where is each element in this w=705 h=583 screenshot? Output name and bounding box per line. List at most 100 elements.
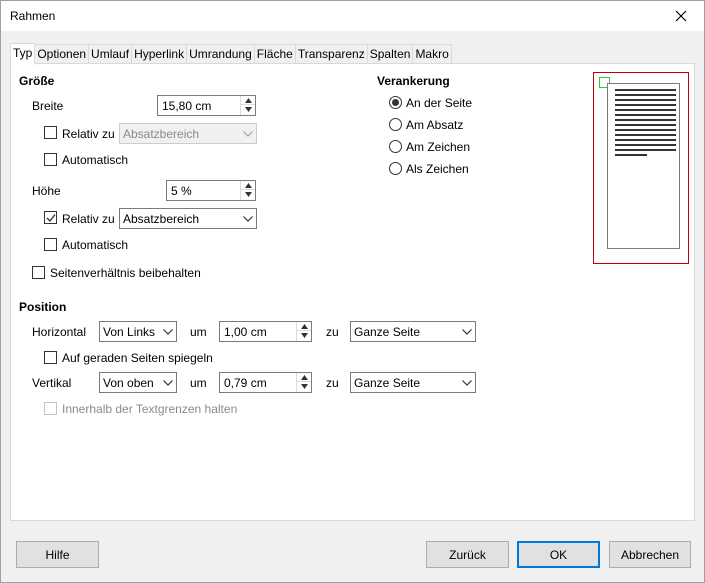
vertical-to-select[interactable]: Ganze Seite [350, 372, 476, 393]
height-relative-select[interactable]: Absatzbereich [119, 208, 257, 229]
horizontal-by-spinfield[interactable]: 1,00 cm [219, 321, 312, 342]
height-spinfield[interactable]: 5 % [166, 180, 256, 201]
spin-down-button[interactable] [297, 331, 311, 340]
anchor-char-label: Am Zeichen [406, 140, 471, 154]
spin-up-button[interactable] [297, 322, 311, 331]
anchor-as-char-radio[interactable] [389, 162, 402, 175]
position-heading: Position [19, 300, 67, 314]
cancel-button-label: Abbrechen [620, 547, 680, 562]
radio-dot [392, 99, 399, 106]
width-label: Breite [32, 99, 64, 113]
text-line [615, 89, 676, 91]
vertical-by-value: 0,79 cm [224, 376, 267, 390]
width-auto-checkbox[interactable] [44, 153, 57, 166]
text-line [615, 94, 676, 96]
horizontal-by-value: 1,00 cm [224, 325, 267, 339]
title-bar: Rahmen [1, 1, 704, 31]
tab-flaeche[interactable]: Fläche [253, 44, 296, 64]
checkmark-icon [46, 214, 56, 223]
frame-dialog: Rahmen Typ Optionen Umlauf Hyperlink Umr… [0, 0, 705, 583]
spin-down-button[interactable] [241, 190, 255, 199]
height-label: Höhe [32, 184, 61, 198]
spin-up-button[interactable] [241, 96, 255, 105]
text-line [615, 119, 676, 121]
anchor-page-radio[interactable] [389, 96, 402, 109]
height-value: 5 % [171, 184, 192, 198]
spin-down-icon [244, 192, 252, 197]
ok-button-label: OK [549, 547, 568, 562]
anchor-heading: Verankerung [377, 74, 450, 88]
text-line [615, 114, 676, 116]
text-line [615, 154, 647, 156]
horizontal-spin-buttons [296, 322, 311, 341]
spin-down-icon [244, 107, 252, 112]
vertical-to-value: Ganze Seite [354, 376, 421, 390]
width-relative-value: Absatzbereich [123, 127, 200, 141]
spin-down-icon [300, 333, 308, 338]
tab-makro[interactable]: Makro [412, 44, 452, 64]
height-relative-checkbox[interactable] [44, 211, 57, 224]
vertical-select[interactable]: Von oben [99, 372, 177, 393]
cancel-button[interactable]: Abbrechen [609, 541, 691, 568]
dropdown-arrow [159, 373, 176, 392]
text-line [615, 129, 676, 131]
tab-transparenz[interactable]: Transparenz [294, 44, 368, 64]
mirror-checkbox[interactable] [44, 351, 57, 364]
window-title: Rahmen [10, 9, 56, 23]
reset-button[interactable]: Zurück [426, 541, 509, 568]
horizontal-select[interactable]: Von Links [99, 321, 177, 342]
width-spinfield[interactable]: 15,80 cm [157, 95, 256, 116]
tab-umlauf[interactable]: Umlauf [88, 44, 133, 64]
vertical-to-label: zu [326, 376, 339, 390]
spin-up-icon [300, 374, 308, 380]
anchor-char-radio[interactable] [389, 140, 402, 153]
tab-optionen[interactable]: Optionen [34, 44, 90, 64]
height-spin-buttons [240, 181, 255, 200]
spin-down-icon [300, 384, 308, 389]
text-line [615, 134, 676, 136]
width-spin-buttons [240, 96, 255, 115]
tab-umrandung[interactable]: Umrandung [186, 44, 255, 64]
help-button[interactable]: Hilfe [16, 541, 99, 568]
anchor-page-label: An der Seite [406, 96, 473, 110]
vertical-by-spinfield[interactable]: 0,79 cm [219, 372, 312, 393]
close-icon [675, 10, 687, 22]
dropdown-arrow-icon [242, 130, 253, 137]
spin-up-icon [244, 97, 252, 103]
horizontal-by-label: um [190, 325, 207, 339]
dropdown-arrow-icon [461, 328, 472, 335]
height-auto-label: Automatisch [62, 238, 129, 252]
horizontal-to-value: Ganze Seite [354, 325, 421, 339]
close-button[interactable] [658, 1, 704, 31]
follow-text-checkbox[interactable] [44, 402, 57, 415]
spin-down-button[interactable] [297, 382, 311, 391]
width-relative-checkbox[interactable] [44, 126, 57, 139]
spin-up-button[interactable] [241, 181, 255, 190]
keep-ratio-checkbox[interactable] [32, 266, 45, 279]
height-auto-checkbox[interactable] [44, 238, 57, 251]
dropdown-arrow [239, 209, 256, 228]
ok-button[interactable]: OK [517, 541, 600, 568]
dropdown-arrow [458, 373, 475, 392]
position-preview [593, 72, 689, 264]
vertical-by-label: um [190, 376, 207, 390]
spin-up-button[interactable] [297, 373, 311, 382]
tab-hyperlink[interactable]: Hyperlink [131, 44, 188, 64]
follow-text-label: Innerhalb der Textgrenzen halten [62, 402, 238, 416]
horizontal-to-select[interactable]: Ganze Seite [350, 321, 476, 342]
width-relative-label: Relativ zu [62, 127, 115, 141]
width-value: 15,80 cm [162, 99, 212, 113]
anchor-paragraph-radio[interactable] [389, 118, 402, 131]
dropdown-arrow-icon [461, 379, 472, 386]
tab-typ[interactable]: Typ [10, 43, 36, 65]
anchor-paragraph-label: Am Absatz [406, 118, 464, 132]
text-line [615, 104, 676, 106]
width-relative-select[interactable]: Absatzbereich [119, 123, 257, 144]
spin-up-icon [244, 182, 252, 188]
tab-spalten[interactable]: Spalten [366, 44, 414, 64]
width-auto-label: Automatisch [62, 153, 129, 167]
spin-down-button[interactable] [241, 105, 255, 114]
tab-bar: Typ Optionen Umlauf Hyperlink Umrandung … [10, 43, 452, 65]
keep-ratio-label: Seitenverhältnis beibehalten [50, 266, 201, 280]
help-button-label: Hilfe [45, 547, 70, 562]
